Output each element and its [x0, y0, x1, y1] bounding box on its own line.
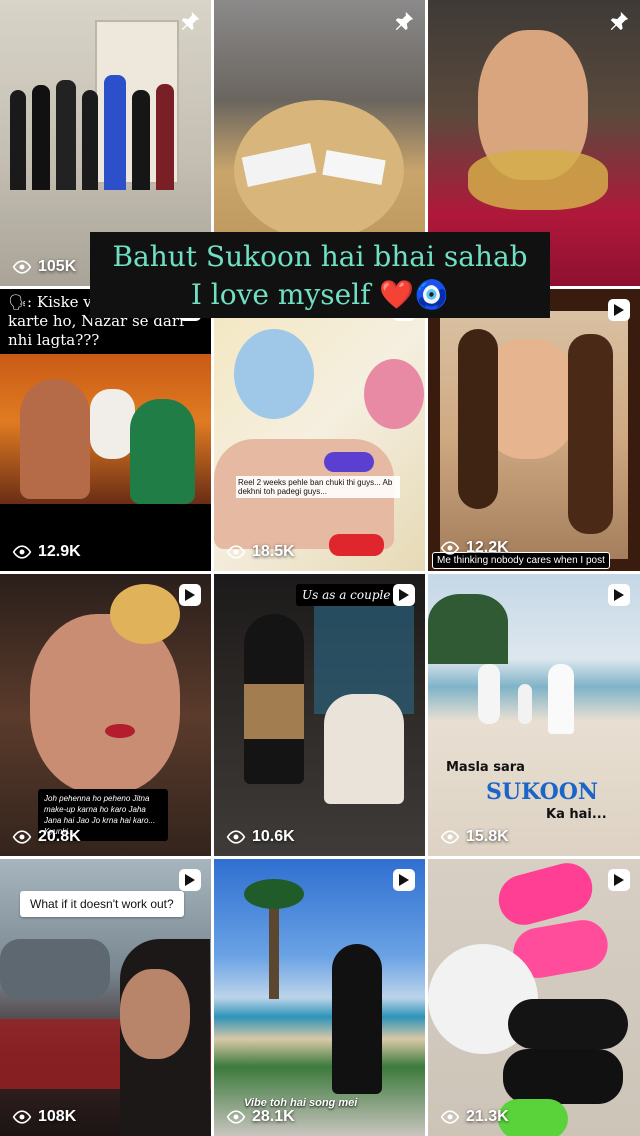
- reel-caption: Masla sara SUKOON Ka hai...: [446, 760, 607, 822]
- overlay-line-1: Bahut Sukoon hai bhai sahab: [112, 240, 528, 273]
- view-count: 21.3K: [440, 1108, 509, 1126]
- play-icon: [608, 869, 630, 891]
- overlay-banner: Bahut Sukoon hai bhai sahab I love mysel…: [90, 232, 550, 318]
- reel-tile-10[interactable]: What if it doesn't work out? 108K: [0, 859, 211, 1136]
- view-count: 12.9K: [12, 543, 81, 561]
- eye-icon: [440, 541, 460, 555]
- eye-icon: [440, 830, 460, 844]
- reel-tile-5[interactable]: Reel 2 weeks pehle ban chuki thi guys...…: [214, 289, 425, 571]
- play-icon: [608, 584, 630, 606]
- play-icon: [179, 869, 201, 891]
- view-count: 20.8K: [12, 828, 81, 846]
- eye-icon: [226, 545, 246, 559]
- reel-tile-9[interactable]: Masla sara SUKOON Ka hai... 15.8K: [428, 574, 640, 856]
- view-count: 15.8K: [440, 828, 509, 846]
- view-count: 18.5K: [226, 543, 295, 561]
- view-count: 108K: [12, 1108, 76, 1126]
- pin-icon: [181, 11, 200, 31]
- view-count: 28.1K: [226, 1108, 295, 1126]
- view-count: 10.6K: [226, 828, 295, 846]
- eye-icon: [226, 1110, 246, 1124]
- view-count: 105K: [12, 258, 76, 276]
- reel-tile-6[interactable]: Me thinking nobody cares when I post 12.…: [428, 289, 640, 571]
- reel-caption: What if it doesn't work out?: [20, 891, 184, 917]
- reels-grid: 105K 🗣: Kiske videos post karte ho, Naza…: [0, 0, 640, 1136]
- pin-icon: [610, 11, 629, 31]
- reel-tile-8[interactable]: Us as a couple 🤍 10.6K: [214, 574, 425, 856]
- play-icon: [393, 869, 415, 891]
- eye-icon: [226, 830, 246, 844]
- eye-icon: [12, 830, 32, 844]
- eye-icon: [12, 1110, 32, 1124]
- eye-icon: [440, 1110, 460, 1124]
- reel-tile-7[interactable]: Joh pehenna ho peheno Jitna make-up karn…: [0, 574, 211, 856]
- overlay-line-2: I love myself ❤️🧿: [190, 278, 450, 311]
- view-count: 12.2K: [440, 539, 509, 557]
- reel-tile-4[interactable]: 🗣: Kiske videos post karte ho, Nazar se …: [0, 289, 211, 571]
- pin-icon: [395, 11, 414, 31]
- reel-tile-11[interactable]: Vibe toh hai song mei 28.1K: [214, 859, 425, 1136]
- reel-tile-12[interactable]: 21.3K: [428, 859, 640, 1136]
- play-icon: [393, 584, 415, 606]
- play-icon: [608, 299, 630, 321]
- eye-icon: [12, 545, 32, 559]
- reel-caption: Reel 2 weeks pehle ban chuki thi guys...…: [236, 476, 400, 498]
- play-icon: [179, 584, 201, 606]
- eye-icon: [12, 260, 32, 274]
